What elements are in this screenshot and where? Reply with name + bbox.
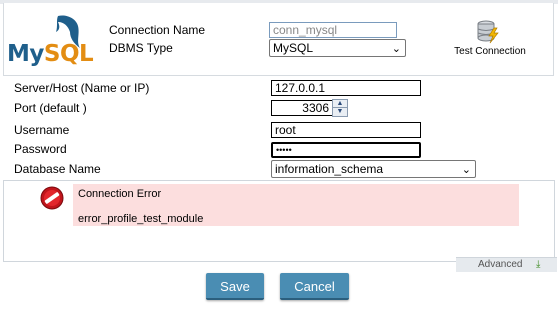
advanced-label: Advanced <box>478 259 523 270</box>
error-stop-icon <box>40 186 64 210</box>
test-connection-label: Test Connection <box>454 46 526 57</box>
arrow-down-icon: ⤓ <box>536 259 541 270</box>
dbms-type-value: MySQL <box>273 41 314 55</box>
username-input[interactable]: root <box>271 122 421 138</box>
connection-name-field[interactable]: conn_mysql <box>269 22 397 38</box>
port-label: Port (default ) <box>14 101 87 115</box>
password-input[interactable]: ••••• <box>271 142 421 158</box>
password-label: Password <box>14 142 67 156</box>
port-input[interactable]: 3306 <box>271 100 333 116</box>
server-host-label: Server/Host (Name or IP) <box>14 81 150 95</box>
port-stepper[interactable]: ▲ ▼ <box>332 99 348 117</box>
mysql-logo: MySQL <box>4 12 94 67</box>
advanced-toggle[interactable]: Advanced ⤓ <box>456 257 557 272</box>
logo-my-text: My <box>7 41 44 67</box>
chevron-down-icon: ⌄ <box>461 164 471 176</box>
cancel-button[interactable]: Cancel <box>280 273 349 300</box>
connection-dialog: MySQL Connection Name conn_mysql DBMS Ty… <box>0 0 558 312</box>
database-lightning-icon <box>477 20 499 44</box>
database-name-label: Database Name <box>14 162 101 176</box>
server-host-input[interactable]: 127.0.0.1 <box>271 80 421 96</box>
arrow-down-icon[interactable]: ▼ <box>333 108 347 116</box>
error-detail: error_profile_test_module <box>78 213 204 225</box>
connection-name-label: Connection Name <box>109 23 206 37</box>
username-label: Username <box>14 123 70 137</box>
database-name-select[interactable]: information_schema ⌄ <box>271 160 476 178</box>
test-connection-button[interactable]: Test Connection <box>452 16 528 62</box>
error-title: Connection Error <box>78 188 162 200</box>
dbms-type-label: DBMS Type <box>109 41 173 55</box>
chevron-down-icon: ⌄ <box>391 43 401 55</box>
arrow-up-icon[interactable]: ▲ <box>333 100 347 108</box>
error-message-box: Connection Error error_profile_test_modu… <box>73 184 519 226</box>
logo-sql-text: SQL <box>43 41 94 67</box>
mysql-logo-text: MySQL <box>7 41 94 67</box>
database-name-value: information_schema <box>275 162 384 176</box>
dbms-type-select[interactable]: MySQL ⌄ <box>269 39 406 57</box>
save-button[interactable]: Save <box>206 273 264 300</box>
message-panel: Connection Error error_profile_test_modu… <box>3 180 557 272</box>
